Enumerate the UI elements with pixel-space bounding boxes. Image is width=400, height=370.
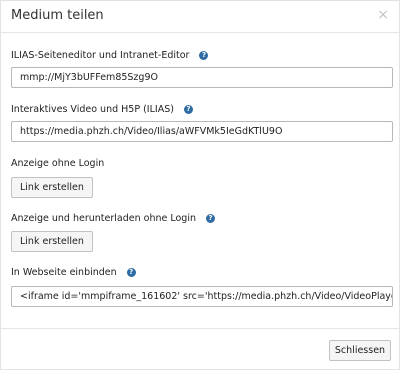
- dialog-title: Medium teilen: [11, 8, 104, 23]
- embed-code-field[interactable]: <iframe id='mmpiframe_161602' src='https…: [11, 286, 393, 307]
- ilias-editor-label: ILIAS-Seiteneditor und Intranet-Editor ?: [11, 50, 209, 61]
- dialog-footer: [1, 328, 399, 329]
- view-without-login-label-text: Anzeige ohne Login: [11, 158, 105, 169]
- view-without-login-label: Anzeige ohne Login: [11, 158, 104, 169]
- interactive-video-label: Interaktives Video und H5P (ILIAS) ?: [11, 104, 193, 115]
- interactive-video-label-text: Interaktives Video und H5P (ILIAS): [11, 104, 174, 115]
- help-icon[interactable]: ?: [183, 105, 193, 114]
- close-button[interactable]: Schliessen: [329, 340, 391, 361]
- embed-label: In Webseite einbinden ?: [11, 267, 136, 278]
- create-view-link-button[interactable]: Link erstellen: [11, 177, 93, 198]
- embed-label-text: In Webseite einbinden: [11, 267, 117, 278]
- view-download-without-login-label-text: Anzeige und herunterladen ohne Login: [11, 213, 196, 224]
- share-media-dialog: Medium teilen × ILIAS-Seiteneditor und I…: [0, 0, 400, 370]
- close-icon[interactable]: ×: [377, 7, 389, 23]
- ilias-editor-label-text: ILIAS-Seiteneditor und Intranet-Editor: [11, 50, 190, 61]
- interactive-video-link-field[interactable]: https://media.phzh.ch/Video/Ilias/aWFVMk…: [11, 121, 393, 142]
- help-icon[interactable]: ?: [206, 214, 216, 223]
- ilias-editor-link-field[interactable]: mmp://MjY3bUFFem85Szg9O: [11, 67, 393, 88]
- create-download-link-button[interactable]: Link erstellen: [11, 231, 93, 252]
- help-icon[interactable]: ?: [199, 51, 209, 60]
- help-icon[interactable]: ?: [126, 268, 136, 277]
- view-download-without-login-label: Anzeige und herunterladen ohne Login ?: [11, 213, 216, 224]
- dialog-header: Medium teilen ×: [1, 1, 399, 33]
